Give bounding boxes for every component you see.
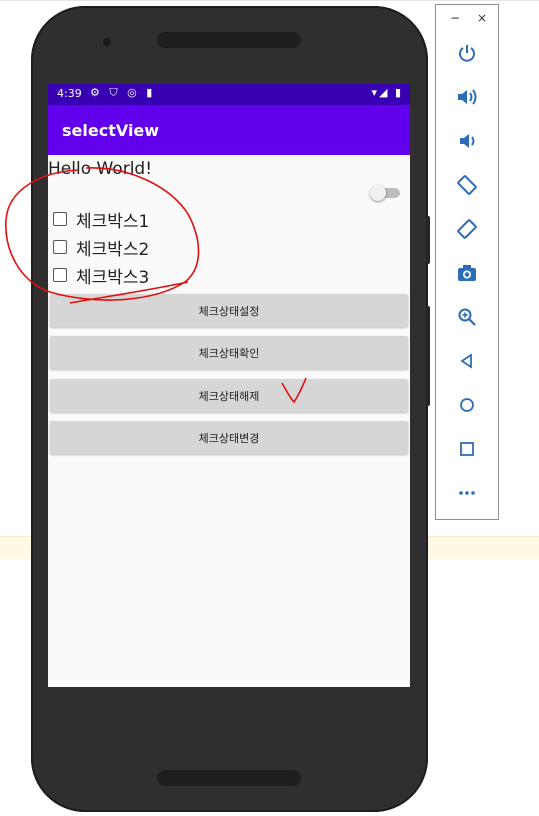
emulator-toolbar: − × [435, 4, 499, 520]
checkbox-label: 체크박스1 [76, 211, 150, 232]
app-content: Hello World! 체크박스1 체크박스2 체크박스3 체크상태설정 체크… [48, 155, 410, 687]
rotate-right-icon[interactable] [451, 215, 483, 243]
status-bar: 4:39 ⚙ ⛉ ◎ ▮ ▾◢ ▮ [48, 84, 410, 105]
close-button[interactable]: × [477, 11, 487, 25]
rotate-left-icon[interactable] [451, 171, 483, 199]
volume-up-icon[interactable] [451, 83, 483, 111]
power-side-button [426, 216, 430, 264]
set-check-state-button[interactable]: 체크상태설정 [50, 294, 408, 327]
back-icon[interactable] [451, 347, 483, 375]
home-icon[interactable] [451, 391, 483, 419]
volume-down-icon[interactable] [451, 127, 483, 155]
status-notification-icons: ⚙ ⛉ ◎ ▮ [90, 86, 156, 99]
checkbox-3[interactable]: 체크박스3 [53, 263, 150, 288]
camera-icon[interactable] [451, 259, 483, 287]
app-bar: selectView [48, 105, 410, 155]
toggle-switch[interactable] [370, 185, 402, 201]
checkbox-box[interactable] [53, 268, 67, 282]
checkbox-label: 체크박스2 [76, 239, 150, 260]
zoom-icon[interactable] [451, 303, 483, 331]
clear-check-state-button[interactable]: 체크상태해제 [50, 379, 408, 412]
more-icon[interactable] [451, 479, 483, 507]
checkbox-1[interactable]: 체크박스1 [53, 207, 150, 232]
bottom-speaker [157, 770, 301, 786]
window-top-border [0, 0, 539, 1]
front-camera [103, 38, 111, 46]
hello-text: Hello World! [48, 159, 153, 179]
status-signal-battery-icons: ▾◢ ▮ [371, 86, 403, 99]
power-icon[interactable] [451, 39, 483, 67]
switch-thumb [370, 185, 386, 201]
checkbox-box[interactable] [53, 240, 67, 254]
status-time: 4:39 [57, 87, 82, 100]
checkbox-2[interactable]: 체크박스2 [53, 235, 150, 260]
change-check-state-button[interactable]: 체크상태변경 [50, 421, 408, 454]
overview-icon[interactable] [451, 435, 483, 463]
app-title: selectView [62, 121, 160, 140]
checkbox-box[interactable] [53, 212, 67, 226]
volume-side-button [426, 306, 430, 406]
minimize-button[interactable]: − [450, 11, 460, 25]
checkbox-label: 체크박스3 [76, 267, 150, 288]
verify-check-state-button[interactable]: 체크상태확인 [50, 336, 408, 369]
top-speaker [157, 32, 301, 48]
phone-screen: 4:39 ⚙ ⛉ ◎ ▮ ▾◢ ▮ selectView Hello World… [48, 84, 410, 687]
